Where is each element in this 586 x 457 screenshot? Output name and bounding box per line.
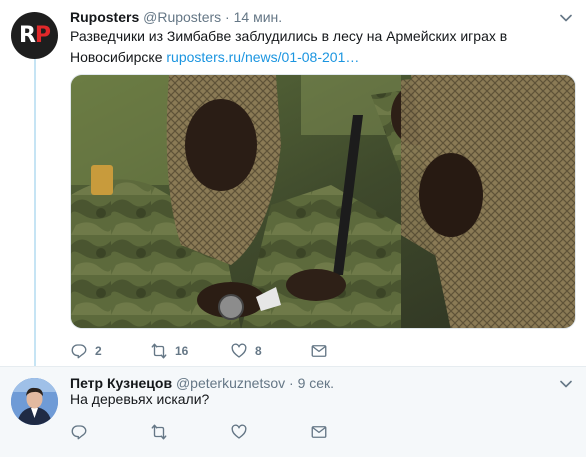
reply-count: 2 (95, 344, 102, 358)
retweet-button[interactable]: 16 (150, 342, 230, 360)
ruposters-logo: RP (18, 23, 51, 48)
reply-text: На деревьях искали? (70, 391, 210, 407)
tweet-text: Разведчики из Зимбабве заблудились в лес… (70, 26, 570, 68)
tweet-timestamp[interactable]: 14 мин. (234, 9, 283, 25)
ruposters-avatar[interactable]: RP (11, 12, 58, 59)
thread-line (34, 58, 36, 369)
reply-icon (71, 425, 87, 440)
reply-header-separator: · (289, 375, 294, 391)
reply-button[interactable]: 2 (70, 342, 150, 360)
reply-reply-button[interactable] (70, 423, 150, 441)
tweet-photo[interactable] (70, 74, 576, 329)
direct-message-icon (311, 345, 327, 357)
soldiers-photo (71, 75, 575, 328)
author-handle[interactable]: @Ruposters (143, 9, 221, 25)
retweet-icon (151, 424, 167, 440)
tweet-link[interactable]: ruposters.ru/news/01-08-201… (166, 49, 359, 65)
like-icon (231, 424, 247, 439)
direct-message-button[interactable] (310, 342, 390, 360)
author-name[interactable]: Ruposters (70, 9, 139, 25)
reply-direct-message-button[interactable] (310, 423, 390, 441)
direct-message-icon (311, 426, 327, 438)
like-button[interactable]: 8 (230, 342, 310, 360)
reply-actions (70, 422, 390, 442)
retweet-icon (151, 343, 167, 359)
reply-icon (71, 344, 87, 359)
reply-like-button[interactable] (230, 423, 310, 441)
chevron-down-icon[interactable] (560, 380, 572, 388)
reply-retweet-button[interactable] (150, 423, 230, 441)
tweet-actions: 2 16 8 (70, 341, 390, 361)
reply-timestamp[interactable]: 9 сек. (298, 375, 334, 391)
like-icon (231, 343, 247, 358)
retweet-count: 16 (175, 344, 189, 358)
header-separator: · (225, 9, 230, 25)
like-count: 8 (255, 344, 262, 358)
tweet-header: Ruposters @Ruposters · 14 мин. (70, 9, 282, 25)
user-avatar-image (11, 378, 58, 425)
user-avatar[interactable] (11, 378, 58, 425)
chevron-down-icon[interactable] (560, 14, 572, 22)
